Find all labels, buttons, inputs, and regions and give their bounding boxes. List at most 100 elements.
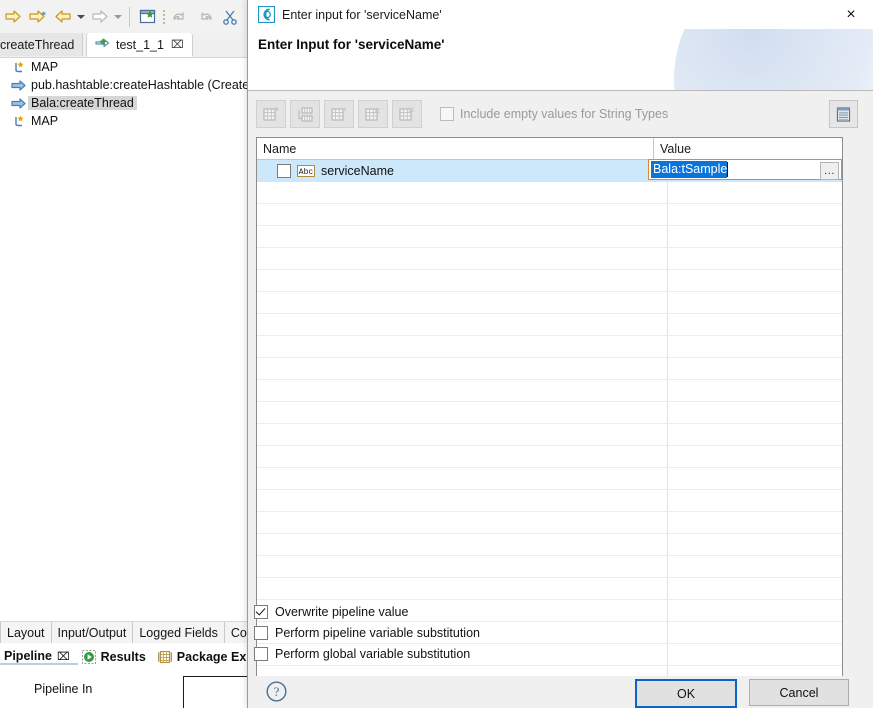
help-question-icon[interactable]: ?	[266, 681, 287, 705]
table-row-empty[interactable]	[257, 204, 842, 226]
row-value-cell[interactable]	[668, 358, 842, 379]
row-value-cell[interactable]	[668, 226, 842, 247]
row-value-cell[interactable]	[668, 182, 842, 203]
row-value-cell[interactable]	[668, 622, 842, 643]
table-view-icon[interactable]	[829, 100, 858, 128]
step-into-new-icon[interactable]	[26, 4, 50, 30]
row-value-cell[interactable]	[668, 644, 842, 665]
row-name-cell[interactable]	[257, 578, 668, 599]
undo-icon[interactable]	[168, 4, 192, 30]
table-row-empty[interactable]	[257, 490, 842, 512]
row-name-cell[interactable]	[257, 534, 668, 555]
row-value-cell[interactable]	[668, 534, 842, 555]
row-name-cell[interactable]	[257, 556, 668, 577]
row-value-cell[interactable]	[668, 578, 842, 599]
row-value-cell[interactable]	[668, 556, 842, 577]
include-empty-values-checkbox[interactable]: Include empty values for String Types	[440, 107, 668, 121]
row-name-cell[interactable]	[257, 358, 668, 379]
step-back-icon[interactable]	[51, 4, 75, 30]
step-into-icon[interactable]	[1, 4, 25, 30]
table-row-empty[interactable]	[257, 336, 842, 358]
grid-delete-icon[interactable]	[358, 100, 388, 128]
row-name-cell[interactable]	[257, 446, 668, 467]
row-value-cell[interactable]	[668, 446, 842, 467]
row-name-cell[interactable]	[257, 292, 668, 313]
grid-document-icon[interactable]	[290, 100, 320, 128]
table-row-empty[interactable]	[257, 534, 842, 556]
column-header-value[interactable]: Value	[654, 138, 842, 159]
row-name-cell[interactable]	[257, 248, 668, 269]
table-row-empty[interactable]	[257, 182, 842, 204]
redo-icon[interactable]	[193, 4, 217, 30]
tab-close-icon[interactable]: ⌧	[171, 38, 184, 51]
close-icon[interactable]: ×	[828, 0, 873, 29]
row-name-cell[interactable]	[257, 468, 668, 489]
table-row-empty[interactable]	[257, 578, 842, 600]
table-row-empty[interactable]	[257, 402, 842, 424]
row-name-cell[interactable]	[257, 512, 668, 533]
table-row-empty[interactable]	[257, 512, 842, 534]
table-row-empty[interactable]	[257, 314, 842, 336]
row-value-cell[interactable]	[668, 248, 842, 269]
row-name-cell[interactable]	[257, 336, 668, 357]
view-tab-results[interactable]: Results	[78, 650, 154, 664]
step-back-dropdown-icon[interactable]	[75, 4, 87, 30]
row-name-cell[interactable]	[257, 402, 668, 423]
row-value-cell[interactable]	[668, 402, 842, 423]
row-name-cell[interactable]	[257, 424, 668, 445]
row-name-cell[interactable]	[257, 182, 668, 203]
view-tab-pipeline[interactable]: Pipeline ⌧	[0, 649, 78, 665]
cut-icon[interactable]	[218, 4, 242, 30]
perform-global-variable-substitution-checkbox[interactable]: Perform global variable substitution	[254, 643, 480, 664]
table-row-empty[interactable]	[257, 358, 842, 380]
row-value-cell[interactable]	[668, 336, 842, 357]
row-value-cell[interactable]	[668, 380, 842, 401]
row-name-cell[interactable]	[257, 490, 668, 511]
table-row-empty[interactable]	[257, 380, 842, 402]
row-value-cell[interactable]	[668, 292, 842, 313]
column-header-name[interactable]: Name	[257, 138, 654, 159]
grid-clear-icon[interactable]	[392, 100, 422, 128]
tab-logged-fields[interactable]: Logged Fields	[133, 622, 225, 643]
toolbar-overflow-icon[interactable]	[160, 7, 167, 27]
ide-tab-test_1_1[interactable]: test_1_1 ⌧	[86, 33, 193, 57]
table-row-empty[interactable]	[257, 248, 842, 270]
ide-tab-createthread[interactable]: createThread	[0, 33, 84, 56]
table-row-empty[interactable]	[257, 270, 842, 292]
step-forward-icon[interactable]	[88, 4, 112, 30]
row-value-cell[interactable]	[668, 314, 842, 335]
ok-button[interactable]: OK	[635, 679, 737, 708]
row-name-cell[interactable]	[257, 314, 668, 335]
step-forward-dropdown-icon[interactable]	[112, 4, 124, 30]
tab-layout[interactable]: Layout	[0, 622, 52, 643]
view-tab-close-icon[interactable]: ⌧	[57, 650, 70, 663]
value-browse-button[interactable]: ...	[820, 162, 839, 180]
row-value-cell[interactable]	[668, 204, 842, 225]
row-value-cell[interactable]	[668, 490, 842, 511]
table-row-empty[interactable]	[257, 556, 842, 578]
grid-insert-icon[interactable]	[324, 100, 354, 128]
cancel-button[interactable]: Cancel	[749, 679, 849, 706]
row-value-cell[interactable]	[668, 600, 842, 621]
row-checkbox[interactable]	[277, 163, 291, 178]
grid-add-icon[interactable]	[256, 100, 286, 128]
row-name-cell[interactable]	[257, 226, 668, 247]
new-element-icon[interactable]	[136, 4, 160, 30]
table-row-empty[interactable]	[257, 446, 842, 468]
row-value-cell[interactable]	[668, 424, 842, 445]
row-name-cell[interactable]	[257, 270, 668, 291]
row-name-cell[interactable]: Abc serviceName	[257, 160, 668, 181]
perform-pipeline-variable-substitution-checkbox[interactable]: Perform pipeline variable substitution	[254, 622, 480, 643]
table-row-empty[interactable]	[257, 468, 842, 490]
table-row-empty[interactable]	[257, 292, 842, 314]
value-cell-editor[interactable]: Bala:tSample ...	[648, 159, 842, 180]
overwrite-pipeline-value-checkbox[interactable]: Overwrite pipeline value	[254, 601, 480, 622]
tab-input-output[interactable]: Input/Output	[52, 622, 134, 643]
row-value-cell[interactable]	[668, 468, 842, 489]
row-value-cell[interactable]	[668, 512, 842, 533]
row-name-cell[interactable]	[257, 380, 668, 401]
table-row-empty[interactable]	[257, 226, 842, 248]
table-row-empty[interactable]	[257, 424, 842, 446]
row-value-cell[interactable]	[668, 270, 842, 291]
row-name-cell[interactable]	[257, 204, 668, 225]
